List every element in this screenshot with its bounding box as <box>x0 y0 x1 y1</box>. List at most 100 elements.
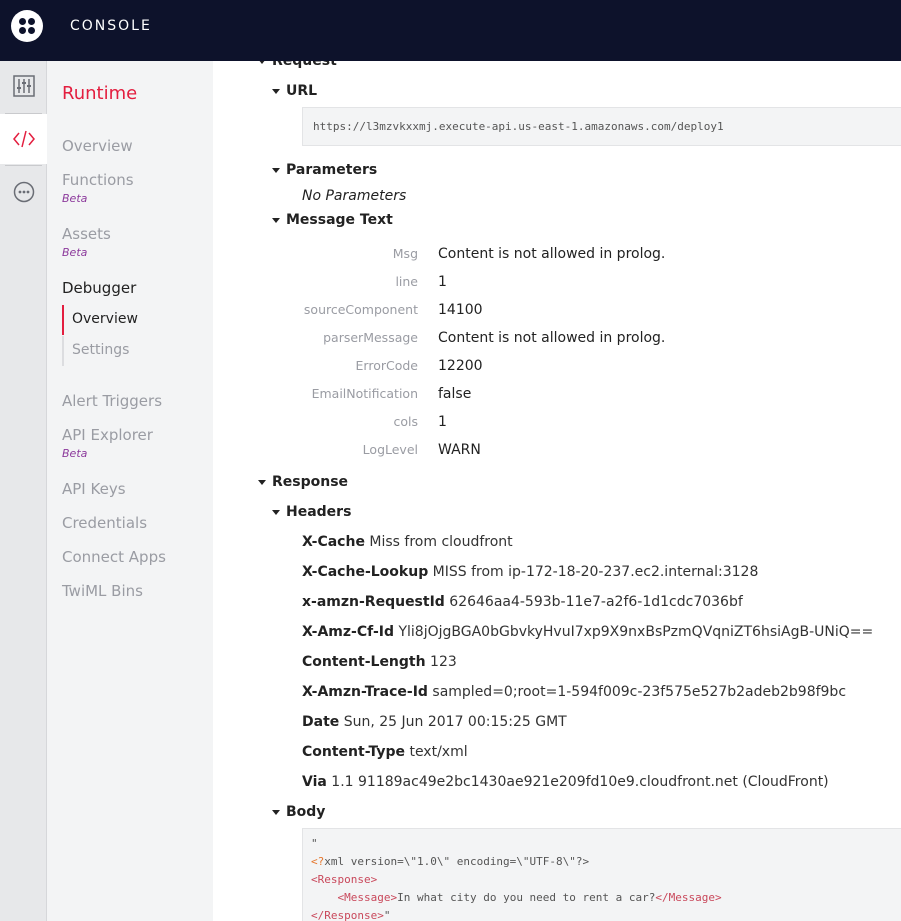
sidebar-subitem-debugger-overview[interactable]: Overview <box>62 305 202 335</box>
header-value: 123 <box>430 654 457 670</box>
kv-value: 12200 <box>438 358 483 374</box>
section-headers[interactable]: Headers <box>272 504 351 520</box>
active-indicator <box>62 305 64 335</box>
section-url[interactable]: URL <box>272 83 317 99</box>
header-name: X-Cache-Lookup <box>302 564 429 580</box>
header-value: MISS from ip-172-18-20-237.ec2.internal:… <box>432 564 759 580</box>
header-row: Via 1.1 91189ac49e2bc1430ae921e209fd10e9… <box>302 774 829 790</box>
section-label: Headers <box>286 504 352 520</box>
kv-key: EmailNotification <box>311 386 418 401</box>
section-label: Message Text <box>286 212 393 228</box>
subitem-label: Settings <box>72 342 130 358</box>
kv-key: line <box>395 274 418 289</box>
sidebar-item-overview[interactable]: Overview <box>62 137 133 155</box>
caret-down-icon <box>272 509 280 515</box>
header-name: Content-Type <box>302 744 405 760</box>
header-value: 1.1 91189ac49e2bc1430ae921e209fd10e9.clo… <box>331 774 829 790</box>
code-line: " <box>383 909 391 921</box>
sidebar-item-alert-triggers[interactable]: Alert Triggers <box>62 392 162 410</box>
beta-badge: Beta <box>62 246 88 259</box>
no-parameters-text: No Parameters <box>302 188 407 204</box>
more-icon <box>13 181 34 203</box>
sidebar-item-api-keys[interactable]: API Keys <box>62 480 126 498</box>
code-icon <box>12 130 35 148</box>
caret-down-icon <box>272 217 280 223</box>
kv-value: Content is not allowed in prolog. <box>438 246 666 262</box>
header-name: X-Amzn-Trace-Id <box>302 684 428 700</box>
rail-dashboard[interactable] <box>0 61 47 111</box>
caret-down-icon <box>258 479 266 485</box>
subitem-label: Overview <box>72 311 138 327</box>
section-response[interactable]: Response <box>258 474 348 490</box>
header-value: sampled=0;root=1-594f009c-23f575e527b2ad… <box>432 684 847 700</box>
header-row: X-Amzn-Trace-Id sampled=0;root=1-594f009… <box>302 684 846 700</box>
sidebar-item-debugger[interactable]: Debugger <box>62 279 136 297</box>
header-name: X-Cache <box>302 534 365 550</box>
header-row: Date Sun, 25 Jun 2017 00:15:25 GMT <box>302 714 567 730</box>
section-body[interactable]: Body <box>272 804 325 820</box>
indicator <box>62 336 64 366</box>
code-tag: <Message> <box>337 891 398 904</box>
section-request[interactable]: Request <box>258 61 337 69</box>
code-line: xml version=\"1.0\" encoding=\"UTF-8\"?> <box>324 855 590 868</box>
kv-value: 1 <box>438 274 447 290</box>
header-name: X-Amz-Cf-Id <box>302 624 395 640</box>
section-message-text[interactable]: Message Text <box>272 212 393 228</box>
sidebar-item-functions[interactable]: Functions <box>62 171 134 189</box>
console-title[interactable]: CONSOLE <box>70 18 152 34</box>
code-tag: </Message> <box>655 891 722 904</box>
header-row: x-amzn-RequestId 62646aa4-593b-11e7-a2f6… <box>302 594 743 610</box>
kv-value: WARN <box>438 442 481 458</box>
header-value: Miss from cloudfront <box>369 534 513 550</box>
header-name: Date <box>302 714 340 730</box>
sidebar: Runtime Overview Functions Beta Assets B… <box>47 61 213 921</box>
section-label: Body <box>286 804 326 820</box>
caret-down-icon <box>258 61 266 64</box>
kv-key: ErrorCode <box>355 358 418 373</box>
header-value: 62646aa4-593b-11e7-a2f6-1d1cdc7036bf <box>449 594 743 610</box>
sliders-icon <box>12 75 35 97</box>
section-label: Response <box>272 474 349 490</box>
header-row: Content-Length 123 <box>302 654 457 670</box>
caret-down-icon <box>272 167 280 173</box>
header-row: X-Amz-Cf-Id Yli8jOjgBGA0bGbvkyHvuI7xp9X9… <box>302 624 873 640</box>
beta-badge: Beta <box>62 447 88 460</box>
response-body-code[interactable]: " <?xml version=\"1.0\" encoding=\"UTF-8… <box>302 828 901 921</box>
kv-key: cols <box>393 414 418 429</box>
header-value: Yli8jOjgBGA0bGbvkyHvuI7xp9X9nxBsPzmQVqni… <box>398 624 874 640</box>
code-tag: <Response> <box>311 873 378 886</box>
section-label: Request <box>272 61 337 69</box>
code-line: " <box>311 837 318 850</box>
header-row: X-Cache Miss from cloudfront <box>302 534 513 550</box>
sidebar-item-api-explorer[interactable]: API Explorer <box>62 426 153 444</box>
code-text: In what city do you need to rent a car? <box>397 891 656 904</box>
caret-down-icon <box>272 88 280 94</box>
kv-key: sourceComponent <box>303 302 418 317</box>
kv-key: parserMessage <box>323 330 418 345</box>
header-name: x-amzn-RequestId <box>302 594 445 610</box>
sidebar-item-twiml-bins[interactable]: TwiML Bins <box>62 582 143 600</box>
header-value: Sun, 25 Jun 2017 00:15:25 GMT <box>343 714 567 730</box>
icon-rail <box>0 61 47 921</box>
rail-more[interactable] <box>0 167 47 217</box>
section-parameters[interactable]: Parameters <box>272 162 377 178</box>
section-label: Parameters <box>286 162 378 178</box>
code-token: <? <box>311 855 325 868</box>
kv-value: false <box>438 386 472 402</box>
kv-key: LogLevel <box>362 442 418 457</box>
sidebar-subitem-debugger-settings[interactable]: Settings <box>62 336 202 366</box>
rail-divider <box>5 165 42 166</box>
main-content: Request URL https://l3mzvkxxmj.execute-a… <box>213 61 901 921</box>
sidebar-title: Runtime <box>62 83 138 104</box>
kv-key: Msg <box>392 246 418 261</box>
rail-runtime[interactable] <box>0 114 47 164</box>
header-name: Via <box>302 774 327 790</box>
sidebar-item-connect-apps[interactable]: Connect Apps <box>62 548 166 566</box>
sidebar-item-assets[interactable]: Assets <box>62 225 111 243</box>
url-field[interactable]: https://l3mzvkxxmj.execute-api.us-east-1… <box>302 107 901 146</box>
twilio-logo-icon[interactable] <box>11 10 43 42</box>
top-bar: CONSOLE <box>0 0 901 61</box>
header-name: Content-Length <box>302 654 426 670</box>
sidebar-item-credentials[interactable]: Credentials <box>62 514 147 532</box>
section-label: URL <box>286 83 318 99</box>
